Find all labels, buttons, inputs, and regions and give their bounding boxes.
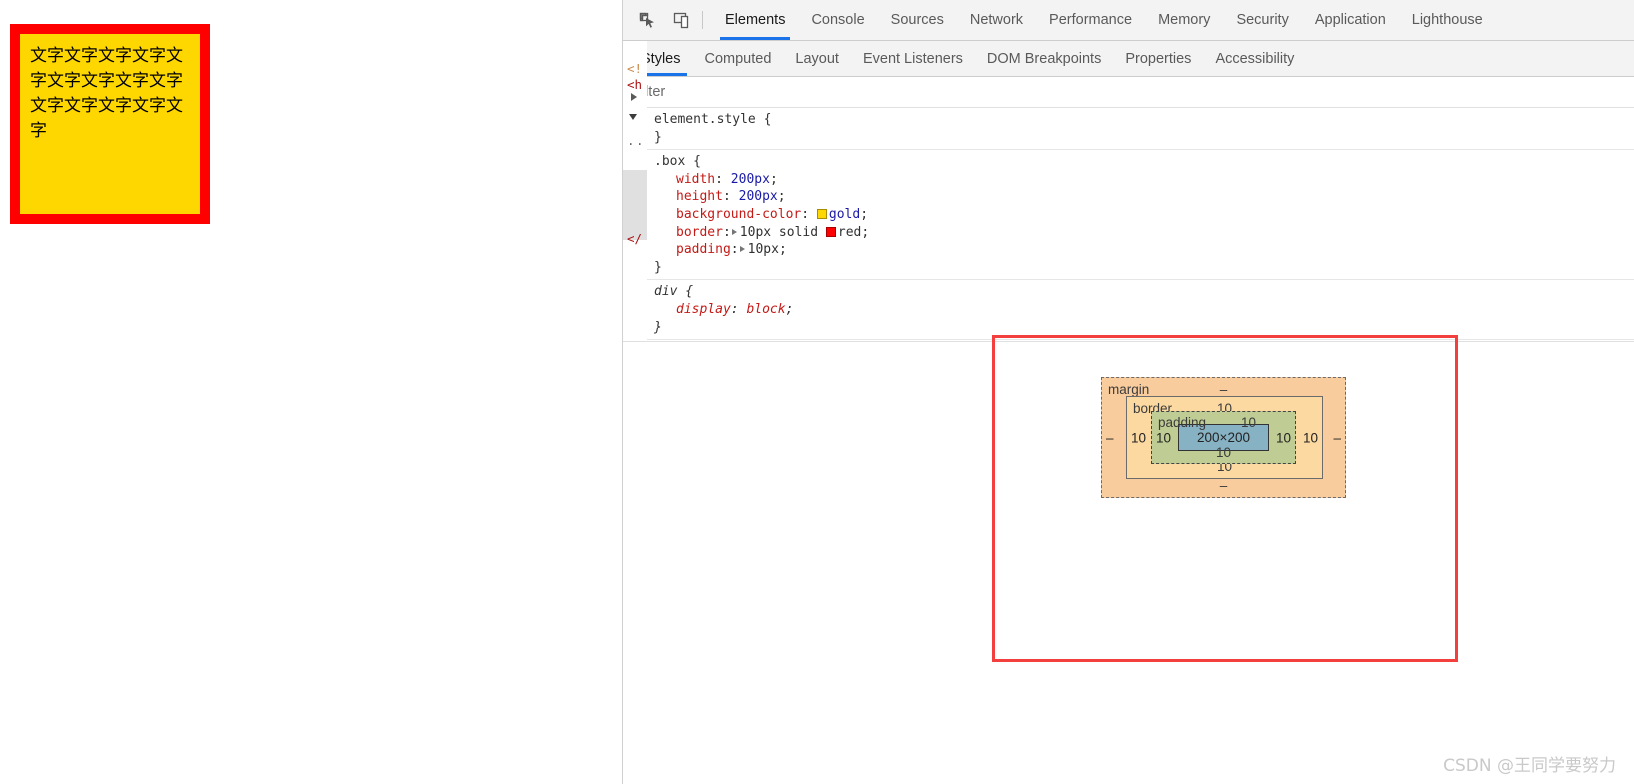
css-property-name[interactable]: background-color bbox=[654, 206, 801, 224]
css-property-value[interactable]: block bbox=[746, 302, 785, 317]
color-swatch-gold[interactable] bbox=[816, 208, 827, 219]
styles-rules-list: element.style { } .box { width: 200px; h… bbox=[647, 108, 1634, 341]
dom-doctype-fragment[interactable]: <! bbox=[627, 61, 642, 76]
tab-performance[interactable]: Performance bbox=[1036, 0, 1145, 40]
rule-close-brace: } bbox=[654, 319, 662, 335]
tab-sources[interactable]: Sources bbox=[878, 0, 957, 40]
tab-network[interactable]: Network bbox=[957, 0, 1036, 40]
css-property-value[interactable]: gold bbox=[829, 207, 860, 222]
css-property-value[interactable]: 10px solid bbox=[740, 225, 818, 240]
devtools-toolbar: Elements Console Sources Network Perform… bbox=[623, 0, 1634, 41]
subtab-event-listeners[interactable]: Event Listeners bbox=[851, 41, 975, 76]
device-toolbar-icon[interactable] bbox=[667, 6, 695, 34]
css-property-value[interactable]: 10px bbox=[748, 242, 779, 257]
box-model-padding-right-value[interactable]: 10 bbox=[1276, 430, 1291, 445]
watermark-text: CSDN @王同学要努力 bbox=[1443, 756, 1616, 776]
rule-selector[interactable]: .box { bbox=[654, 154, 701, 169]
box-model-border-left-value[interactable]: 10 bbox=[1131, 430, 1146, 445]
box-model-margin-right-value[interactable]: ‒ bbox=[1333, 430, 1341, 445]
css-property-value[interactable]: 200px bbox=[731, 172, 770, 187]
rule-close-brace: } bbox=[654, 259, 662, 275]
demo-box-element: 文字文字文字文字文字文字文字文字文字文字文字文字文字文字 bbox=[10, 24, 210, 224]
box-model-margin-top-value[interactable]: ‒ bbox=[1102, 382, 1345, 397]
rule-div-user-agent[interactable]: div { display: block; } bbox=[647, 280, 1634, 341]
tab-elements[interactable]: Elements bbox=[712, 0, 798, 40]
subtab-dom-breakpoints[interactable]: DOM Breakpoints bbox=[975, 41, 1113, 76]
collapsed-triangle-icon[interactable] bbox=[631, 93, 637, 101]
dom-selected-row-highlight bbox=[623, 170, 647, 240]
tab-security[interactable]: Security bbox=[1223, 0, 1301, 40]
inspect-element-icon[interactable] bbox=[633, 6, 661, 34]
devtools-panel: Elements Console Sources Network Perform… bbox=[623, 0, 1634, 784]
styles-filter-input[interactable] bbox=[631, 83, 931, 101]
screenshot-root: 文字文字文字文字文字文字文字文字文字文字文字文字文字文字 Elements Co… bbox=[0, 0, 1634, 784]
subtab-computed[interactable]: Computed bbox=[693, 41, 784, 76]
css-property-value[interactable]: 200px bbox=[739, 189, 778, 204]
box-model-diagram: margin ‒ ‒ ‒ ‒ border 10 10 10 10 paddin… bbox=[1101, 377, 1346, 498]
expander-triangle-icon[interactable] bbox=[731, 228, 737, 235]
dom-ellipsis-button[interactable]: ... bbox=[627, 133, 647, 148]
css-property-value-color[interactable]: red bbox=[838, 225, 861, 240]
css-property-name[interactable]: border bbox=[654, 224, 723, 242]
tab-application[interactable]: Application bbox=[1302, 0, 1399, 40]
rule-selector[interactable]: element.style { bbox=[654, 112, 771, 127]
css-property-name[interactable]: display bbox=[654, 301, 731, 319]
toolbar-separator bbox=[702, 11, 703, 29]
css-property-name[interactable]: height bbox=[654, 188, 723, 206]
box-model-padding-bottom-value[interactable]: 10 bbox=[1152, 445, 1295, 460]
expanded-triangle-icon[interactable] bbox=[629, 114, 637, 120]
rule-selector[interactable]: div { bbox=[654, 284, 693, 299]
box-model-border-right-value[interactable]: 10 bbox=[1303, 430, 1318, 445]
styles-sidebar-tabbar: Styles Computed Layout Event Listeners D… bbox=[623, 41, 1634, 77]
tab-memory[interactable]: Memory bbox=[1145, 0, 1223, 40]
expander-triangle-icon[interactable] bbox=[739, 246, 745, 253]
css-property-name[interactable]: width bbox=[654, 171, 715, 189]
box-model-padding-left-value[interactable]: 10 bbox=[1156, 430, 1171, 445]
dom-tree-gutter: <! <h ... </ bbox=[623, 41, 647, 784]
box-model-margin-bottom-value[interactable]: ‒ bbox=[1102, 478, 1345, 493]
box-model-border-layer[interactable]: border 10 10 10 10 padding 10 10 10 10 2… bbox=[1126, 396, 1323, 479]
dom-html-tag-fragment[interactable]: <h bbox=[627, 77, 642, 92]
box-model-margin-left-value[interactable]: ‒ bbox=[1106, 430, 1114, 445]
rule-close-brace: } bbox=[654, 129, 662, 145]
tab-console[interactable]: Console bbox=[798, 0, 877, 40]
styles-section-separator bbox=[623, 341, 1634, 342]
color-swatch-red[interactable] bbox=[825, 226, 836, 237]
subtab-properties[interactable]: Properties bbox=[1113, 41, 1203, 76]
css-property-name[interactable]: padding bbox=[654, 241, 731, 259]
styles-filter-bar bbox=[623, 77, 1634, 108]
rule-box-class[interactable]: .box { width: 200px; height: 200px; back… bbox=[647, 150, 1634, 281]
box-model-padding-top-value[interactable]: 10 bbox=[1152, 415, 1295, 430]
tab-lighthouse[interactable]: Lighthouse bbox=[1399, 0, 1496, 40]
box-model-padding-layer[interactable]: padding 10 10 10 10 200×200 bbox=[1151, 411, 1296, 464]
browser-page-viewport: 文字文字文字文字文字文字文字文字文字文字文字文字文字文字 bbox=[0, 0, 623, 784]
box-model-margin-layer[interactable]: margin ‒ ‒ ‒ ‒ border 10 10 10 10 paddin… bbox=[1101, 377, 1346, 498]
subtab-layout[interactable]: Layout bbox=[783, 41, 851, 76]
rule-element-style[interactable]: element.style { } bbox=[647, 108, 1634, 151]
subtab-accessibility[interactable]: Accessibility bbox=[1203, 41, 1306, 76]
dom-closing-tag-fragment[interactable]: </ bbox=[627, 231, 642, 246]
